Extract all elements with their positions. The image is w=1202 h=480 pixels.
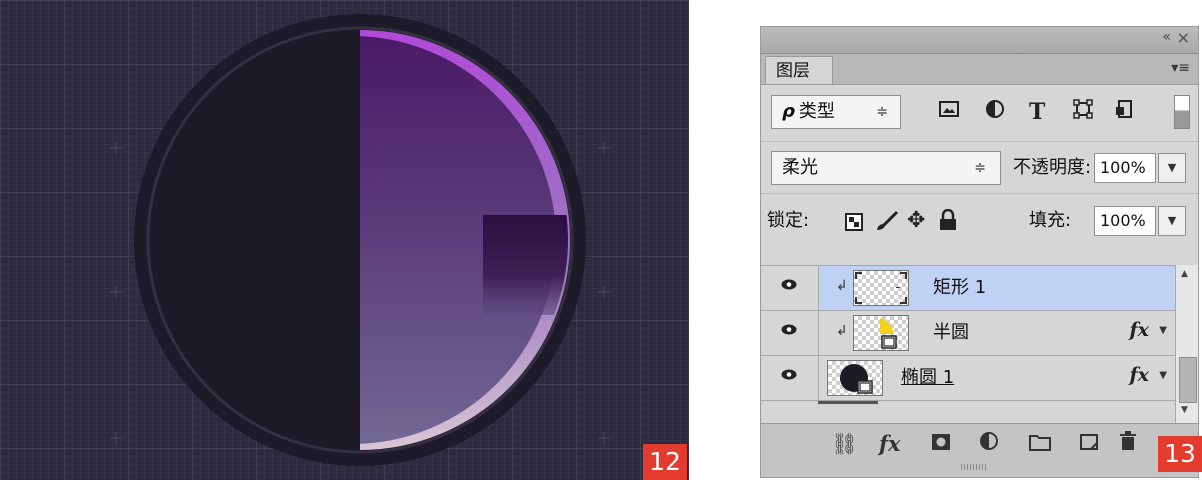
smart-object-filter-icon[interactable] [1115, 99, 1135, 126]
opacity-label: 不透明度: [1013, 157, 1092, 178]
layer-thumbnail [827, 360, 883, 396]
lock-transparent-icon[interactable] [845, 213, 863, 235]
eye-icon [781, 369, 797, 380]
adjustment-filter-icon[interactable] [985, 99, 1005, 126]
layer-thumbnail [853, 270, 909, 306]
layer-row-ellipse[interactable]: 椭圆 1 fx ▼ [761, 356, 1175, 401]
layers-panel: « × 图层 ▾≡ ρ 类型 ≑ T 柔光 ≑ 不透明度: 100% ▼ 锁定:… [760, 26, 1199, 478]
scrollbar-thumb[interactable] [1179, 357, 1197, 403]
lock-pixels-icon[interactable] [875, 210, 899, 236]
layer-name: 矩形 1 [933, 277, 987, 298]
layer-fx-icon[interactable]: fx [1129, 319, 1149, 341]
fx-icon[interactable]: fx [879, 431, 901, 457]
blend-mode-select[interactable]: 柔光 ≑ [771, 151, 1001, 185]
shape-filter-icon[interactable] [1073, 99, 1093, 126]
search-icon: ρ [782, 101, 795, 122]
layer-row-rect[interactable]: ↲ 矩形 1 [761, 266, 1175, 311]
chevron-down-icon[interactable]: ▼ [1159, 370, 1167, 381]
layer-row-half-circle[interactable]: ↲ 半圆 fx ▼ [761, 311, 1175, 356]
mask-icon[interactable] [931, 431, 951, 457]
panel-tab-row: 图层 ▾≡ [761, 54, 1198, 85]
lock-row: 锁定: ✥ 填充: 100% ▼ [761, 193, 1198, 250]
blend-mode-value: 柔光 [782, 157, 818, 178]
visibility-toggle[interactable] [761, 266, 819, 310]
trash-icon[interactable] [1119, 431, 1137, 457]
adjustment-icon[interactable] [979, 431, 999, 457]
step-badge-12: 12 [643, 444, 687, 480]
clipping-arrow-icon: ↲ [836, 278, 848, 294]
filter-row: ρ 类型 ≑ T [761, 85, 1198, 141]
tab-layers[interactable]: 图层 [765, 56, 833, 84]
layer-fx-icon[interactable]: fx [1129, 364, 1149, 386]
lock-all-icon[interactable] [939, 208, 957, 235]
filter-type-label: 类型 [798, 101, 835, 122]
visibility-toggle[interactable] [761, 356, 819, 400]
panel-title-bar: « × [761, 27, 1198, 54]
scroll-up-icon[interactable]: ▲ [1181, 269, 1188, 279]
design-canvas: 12 [0, 0, 689, 480]
new-layer-icon[interactable] [1079, 431, 1099, 457]
layers-scrollbar[interactable]: ▲ ▼ [1175, 265, 1198, 423]
text-filter-icon[interactable]: T [1029, 99, 1045, 125]
step-badge-13: 13 [1158, 436, 1202, 472]
close-icon[interactable]: × [1177, 28, 1190, 47]
fill-label: 填充: [1029, 210, 1072, 231]
eye-icon [781, 279, 797, 290]
filter-toggle-switch[interactable] [1174, 95, 1190, 129]
lock-position-icon[interactable]: ✥ [907, 209, 925, 233]
image-filter-icon[interactable] [939, 99, 959, 125]
link-icon[interactable]: ⛓ [831, 431, 858, 457]
select-arrows-icon: ≑ [974, 160, 986, 176]
panel-menu-icon[interactable]: ▾≡ [1171, 60, 1190, 76]
fill-dropdown-button[interactable]: ▼ [1158, 206, 1186, 236]
clipping-arrow-icon: ↲ [836, 323, 848, 339]
chevron-down-icon[interactable]: ▼ [1159, 325, 1167, 336]
circle-artwork [110, 14, 610, 466]
lock-label: 锁定: [767, 210, 810, 231]
select-arrows-icon: ≑ [876, 104, 888, 120]
resize-grip[interactable] [961, 464, 987, 470]
folder-icon[interactable] [1029, 431, 1051, 457]
blend-row: 柔光 ≑ 不透明度: 100% ▼ [761, 141, 1198, 194]
opacity-dropdown-button[interactable]: ▼ [1158, 153, 1186, 183]
layer-name: 椭圆 1 [901, 367, 955, 388]
visibility-toggle[interactable] [761, 311, 819, 355]
fill-input[interactable]: 100% [1094, 206, 1156, 236]
layers-list: ↲ 矩形 1 ↲ 半圆 fx ▼ 椭圆 1 fx ▼ [761, 265, 1175, 424]
panel-bottom-toolbar: ⛓ fx [761, 423, 1198, 477]
collapse-icon[interactable]: « [1162, 29, 1170, 45]
opacity-input[interactable]: 100% [1094, 153, 1156, 183]
layer-thumbnail [853, 315, 909, 351]
eye-icon [781, 324, 797, 335]
filter-type-select[interactable]: ρ 类型 ≑ [771, 95, 901, 129]
scroll-down-icon[interactable]: ▼ [1181, 405, 1188, 415]
layer-name: 半圆 [933, 322, 969, 343]
